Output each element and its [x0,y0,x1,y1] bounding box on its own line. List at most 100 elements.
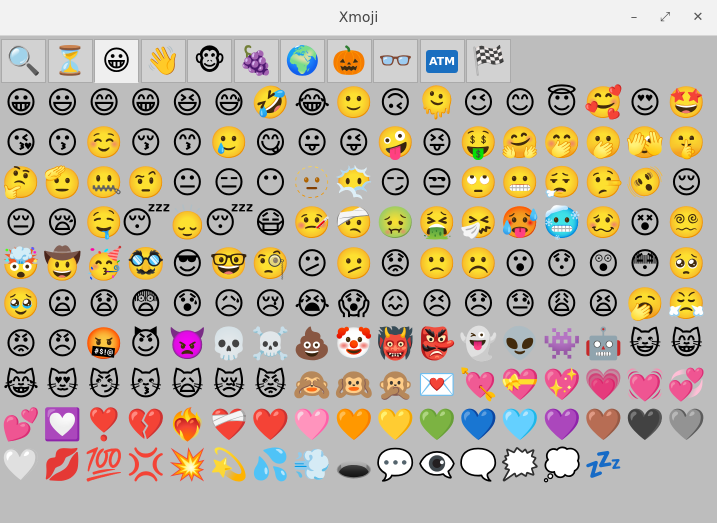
emoji-button[interactable]: 🥳 [84,244,124,284]
tab-travel[interactable]: 🌍 [280,39,325,83]
emoji-button[interactable]: 💖 [542,365,582,405]
emoji-button[interactable]: 🤖 [583,325,623,365]
emoji-button[interactable]: 🤫 [667,123,707,163]
emoji-button[interactable]: 😫 [583,285,623,325]
emoji-button[interactable]: 💯 [84,446,124,486]
emoji-button[interactable]: 💛 [375,405,415,445]
emoji-button[interactable]: 🤢 [375,204,415,244]
emoji-button[interactable]: 💬 [375,446,415,486]
emoji-button[interactable]: 🤡 [334,325,374,365]
emoji-button[interactable]: 😪 [43,204,83,244]
emoji-button[interactable]: 😠 [43,325,83,365]
tab-objects[interactable]: 👓 [373,39,418,83]
emoji-button[interactable]: ❣️ [84,405,124,445]
emoji-button[interactable]: 🥸 [126,244,166,284]
emoji-button[interactable]: 🤎 [583,405,623,445]
tab-activities[interactable]: 🎃 [326,39,372,83]
emoji-button[interactable]: 🥱 [625,285,665,325]
emoji-button[interactable]: 💟 [43,405,83,445]
emoji-button[interactable]: 🫤 [334,244,374,284]
emoji-button[interactable]: 😆 [167,83,207,123]
emoji-button[interactable]: 💘 [459,365,499,405]
emoji-button[interactable]: 😌 [667,164,707,204]
emoji-button[interactable]: 💓 [625,365,665,405]
emoji-button[interactable]: 🧡 [334,405,374,445]
emoji-button[interactable]: 😑 [209,164,249,204]
emoji-button[interactable]: 😲 [583,244,623,284]
emoji-button[interactable]: 😶 [251,164,291,204]
emoji-button[interactable]: 💥 [167,446,207,486]
emoji-button[interactable]: 😀 [1,83,41,123]
emoji-button[interactable]: 👻 [459,325,499,365]
tab-animals[interactable]: 🐵 [187,39,232,83]
tab-food[interactable]: 🍇 [233,39,279,83]
emoji-button[interactable]: 😵‍💫 [667,204,707,244]
emoji-button[interactable]: 💞 [667,365,707,405]
emoji-button[interactable]: 🤠 [43,244,83,284]
emoji-button[interactable]: 😍 [625,83,665,123]
emoji-button[interactable]: 😳 [625,244,665,284]
emoji-button[interactable]: 💫 [209,446,249,486]
emoji-button[interactable]: 💨 [292,446,332,486]
emoji-button[interactable]: ☺️ [84,123,124,163]
emoji-button[interactable]: 😐 [167,164,207,204]
emoji-button[interactable]: 😧 [84,285,124,325]
emoji-button[interactable]: 🤑 [459,123,499,163]
emoji-button[interactable]: 🤬 [84,325,124,365]
emoji-button[interactable]: 😙 [167,123,207,163]
emoji-button[interactable]: 😦 [43,285,83,325]
emoji-button[interactable]: 💗 [583,365,623,405]
emoji-button[interactable]: 😹 [1,365,41,405]
emoji-button[interactable]: 😷 [251,204,291,244]
emoji-button[interactable]: 🫡 [43,164,83,204]
emoji-button[interactable]: 🙈 [292,365,332,405]
emoji-button[interactable]: 🤤 [84,204,124,244]
tab-smileys[interactable]: 😀 [94,39,139,83]
emoji-button[interactable]: 🫥 [292,164,332,204]
emoji-button[interactable]: 🤗 [500,123,540,163]
emoji-button[interactable]: 😩 [542,285,582,325]
emoji-button[interactable]: 🙀 [167,365,207,405]
emoji-button[interactable]: 😕 [292,244,332,284]
tab-flags[interactable]: 🏁 [466,39,511,83]
emoji-button[interactable]: 💝 [500,365,540,405]
emoji-button[interactable]: 🫠 [417,83,457,123]
emoji-button[interactable]: 🧐 [251,244,291,284]
emoji-button[interactable]: 😛 [292,123,332,163]
emoji-button[interactable]: 😔 [1,204,41,244]
emoji-button[interactable]: 💌 [417,365,457,405]
emoji-button[interactable]: 😴 [204,204,254,244]
emoji-button[interactable]: 😱 [334,285,374,325]
emoji-button[interactable]: 😓 [500,285,540,325]
emoji-button[interactable]: 🗯️ [500,446,540,486]
tab-recent[interactable]: ⏳ [47,39,93,83]
emoji-button[interactable]: 🤪 [375,123,415,163]
close-button[interactable]: ✕ [689,9,707,27]
emoji-button[interactable]: 🤮 [417,204,457,244]
emoji-button[interactable]: 💜 [542,405,582,445]
emoji-button[interactable]: 👹 [375,325,415,365]
emoji-button[interactable]: 🙂 [334,83,374,123]
emoji-button[interactable]: 🤓 [209,244,249,284]
emoji-button[interactable]: 😅 [209,83,249,123]
emoji-button[interactable]: 😮 [500,244,540,284]
emoji-button[interactable]: 🩷 [292,405,332,445]
emoji-button[interactable]: 😜 [334,123,374,163]
emoji-button[interactable]: 🤣 [251,83,291,123]
emoji-button[interactable]: 😮‍💨 [542,164,582,204]
emoji-button[interactable]: 😨 [126,285,166,325]
emoji-button[interactable]: 😤 [667,285,707,325]
emoji-button[interactable]: 🥶 [542,204,582,244]
emoji-button[interactable]: 💙 [459,405,499,445]
emoji-button[interactable]: 😿 [209,365,249,405]
emoji-button[interactable]: 🤭 [542,123,582,163]
emoji-button[interactable]: 💢 [126,446,166,486]
emoji-button[interactable]: 😉 [459,83,499,123]
emoji-button[interactable]: 🥹 [1,285,41,325]
emoji-button[interactable]: 👽 [500,325,540,365]
emoji-button[interactable]: 🤨 [126,164,166,204]
emoji-button[interactable]: 🩶 [667,405,707,445]
emoji-button[interactable]: 🥺 [667,244,707,284]
emoji-button[interactable]: 😂 [292,83,332,123]
emoji-button[interactable]: 😶‍🌫️ [334,164,374,204]
